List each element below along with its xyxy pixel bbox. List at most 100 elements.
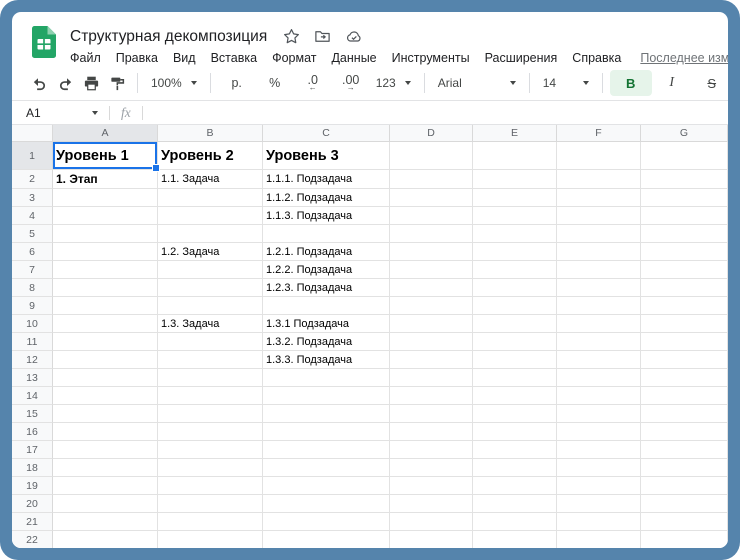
- name-box[interactable]: A1: [26, 106, 98, 120]
- cell-A14[interactable]: [53, 387, 158, 405]
- cell-A1[interactable]: Уровень 1: [53, 142, 158, 170]
- cloud-saved-icon[interactable]: [345, 28, 363, 45]
- row-header-18[interactable]: 18: [12, 459, 53, 477]
- cell-B21[interactable]: [158, 513, 263, 531]
- cell-D6[interactable]: [390, 243, 473, 261]
- select-all-button[interactable]: [12, 125, 53, 142]
- document-title[interactable]: Структурная декомпозиция: [70, 28, 267, 46]
- cell-E14[interactable]: [473, 387, 557, 405]
- menu-item-help[interactable]: Справка: [572, 51, 621, 65]
- cell-G22[interactable]: [641, 531, 728, 548]
- cell-B16[interactable]: [158, 423, 263, 441]
- cell-C1[interactable]: Уровень 3: [263, 142, 390, 170]
- cell-A5[interactable]: [53, 225, 158, 243]
- cell-E10[interactable]: [473, 315, 557, 333]
- cell-D15[interactable]: [390, 405, 473, 423]
- cell-C3[interactable]: 1.1.2. Подзадача: [263, 189, 390, 207]
- cell-F15[interactable]: [557, 405, 641, 423]
- cell-G5[interactable]: [641, 225, 728, 243]
- menu-item-extensions[interactable]: Расширения: [485, 51, 558, 65]
- row-header-8[interactable]: 8: [12, 279, 53, 297]
- cell-G1[interactable]: [641, 142, 728, 170]
- row-header-15[interactable]: 15: [12, 405, 53, 423]
- row-header-17[interactable]: 17: [12, 441, 53, 459]
- column-header-C[interactable]: C: [263, 125, 390, 142]
- cell-D11[interactable]: [390, 333, 473, 351]
- cell-D22[interactable]: [390, 531, 473, 548]
- cell-A3[interactable]: [53, 189, 158, 207]
- cell-D13[interactable]: [390, 369, 473, 387]
- cell-F10[interactable]: [557, 315, 641, 333]
- cell-C5[interactable]: [263, 225, 390, 243]
- cell-C11[interactable]: 1.3.2. Подзадача: [263, 333, 390, 351]
- cell-B3[interactable]: [158, 189, 263, 207]
- cell-G19[interactable]: [641, 477, 728, 495]
- cell-B19[interactable]: [158, 477, 263, 495]
- row-header-7[interactable]: 7: [12, 261, 53, 279]
- cell-C10[interactable]: 1.3.1 Подзадача: [263, 315, 390, 333]
- cell-F6[interactable]: [557, 243, 641, 261]
- row-header-16[interactable]: 16: [12, 423, 53, 441]
- cell-F12[interactable]: [557, 351, 641, 369]
- cell-B1[interactable]: Уровень 2: [158, 142, 263, 170]
- cell-D14[interactable]: [390, 387, 473, 405]
- column-header-F[interactable]: F: [557, 125, 641, 142]
- cell-D1[interactable]: [390, 142, 473, 170]
- cell-E5[interactable]: [473, 225, 557, 243]
- cell-E4[interactable]: [473, 207, 557, 225]
- cell-D17[interactable]: [390, 441, 473, 459]
- row-header-21[interactable]: 21: [12, 513, 53, 531]
- cell-G8[interactable]: [641, 279, 728, 297]
- increase-decimal-button[interactable]: .00 →: [332, 70, 370, 96]
- cell-D16[interactable]: [390, 423, 473, 441]
- cell-B4[interactable]: [158, 207, 263, 225]
- cell-F22[interactable]: [557, 531, 641, 548]
- cell-D2[interactable]: [390, 170, 473, 189]
- cell-E18[interactable]: [473, 459, 557, 477]
- cell-C8[interactable]: 1.2.3. Подзадача: [263, 279, 390, 297]
- menu-item-file[interactable]: Файл: [70, 51, 101, 65]
- more-formats-button[interactable]: 123: [370, 70, 417, 96]
- cell-B20[interactable]: [158, 495, 263, 513]
- row-header-9[interactable]: 9: [12, 297, 53, 315]
- cell-C19[interactable]: [263, 477, 390, 495]
- cell-F17[interactable]: [557, 441, 641, 459]
- menu-item-view[interactable]: Вид: [173, 51, 196, 65]
- cell-F19[interactable]: [557, 477, 641, 495]
- cell-C22[interactable]: [263, 531, 390, 548]
- menu-item-edit[interactable]: Правка: [116, 51, 158, 65]
- cell-B10[interactable]: 1.3. Задача: [158, 315, 263, 333]
- cell-G7[interactable]: [641, 261, 728, 279]
- cell-D9[interactable]: [390, 297, 473, 315]
- cell-F8[interactable]: [557, 279, 641, 297]
- cell-C15[interactable]: [263, 405, 390, 423]
- cell-D21[interactable]: [390, 513, 473, 531]
- menu-item-format[interactable]: Формат: [272, 51, 316, 65]
- cell-F14[interactable]: [557, 387, 641, 405]
- cell-D12[interactable]: [390, 351, 473, 369]
- cell-E22[interactable]: [473, 531, 557, 548]
- cell-G17[interactable]: [641, 441, 728, 459]
- cell-B8[interactable]: [158, 279, 263, 297]
- undo-button[interactable]: [26, 70, 52, 96]
- cell-G13[interactable]: [641, 369, 728, 387]
- cell-E1[interactable]: [473, 142, 557, 170]
- cell-G12[interactable]: [641, 351, 728, 369]
- cell-A13[interactable]: [53, 369, 158, 387]
- row-header-13[interactable]: 13: [12, 369, 53, 387]
- cell-A2[interactable]: 1. Этап: [53, 170, 158, 189]
- cell-G14[interactable]: [641, 387, 728, 405]
- cell-A11[interactable]: [53, 333, 158, 351]
- cell-B15[interactable]: [158, 405, 263, 423]
- cell-A10[interactable]: [53, 315, 158, 333]
- last-edited-link[interactable]: Последнее изменен: [640, 51, 728, 65]
- cell-D20[interactable]: [390, 495, 473, 513]
- move-to-folder-icon[interactable]: [314, 28, 331, 45]
- row-header-19[interactable]: 19: [12, 477, 53, 495]
- cell-E7[interactable]: [473, 261, 557, 279]
- cell-C13[interactable]: [263, 369, 390, 387]
- cell-G11[interactable]: [641, 333, 728, 351]
- row-header-12[interactable]: 12: [12, 351, 53, 369]
- cell-A15[interactable]: [53, 405, 158, 423]
- cell-A7[interactable]: [53, 261, 158, 279]
